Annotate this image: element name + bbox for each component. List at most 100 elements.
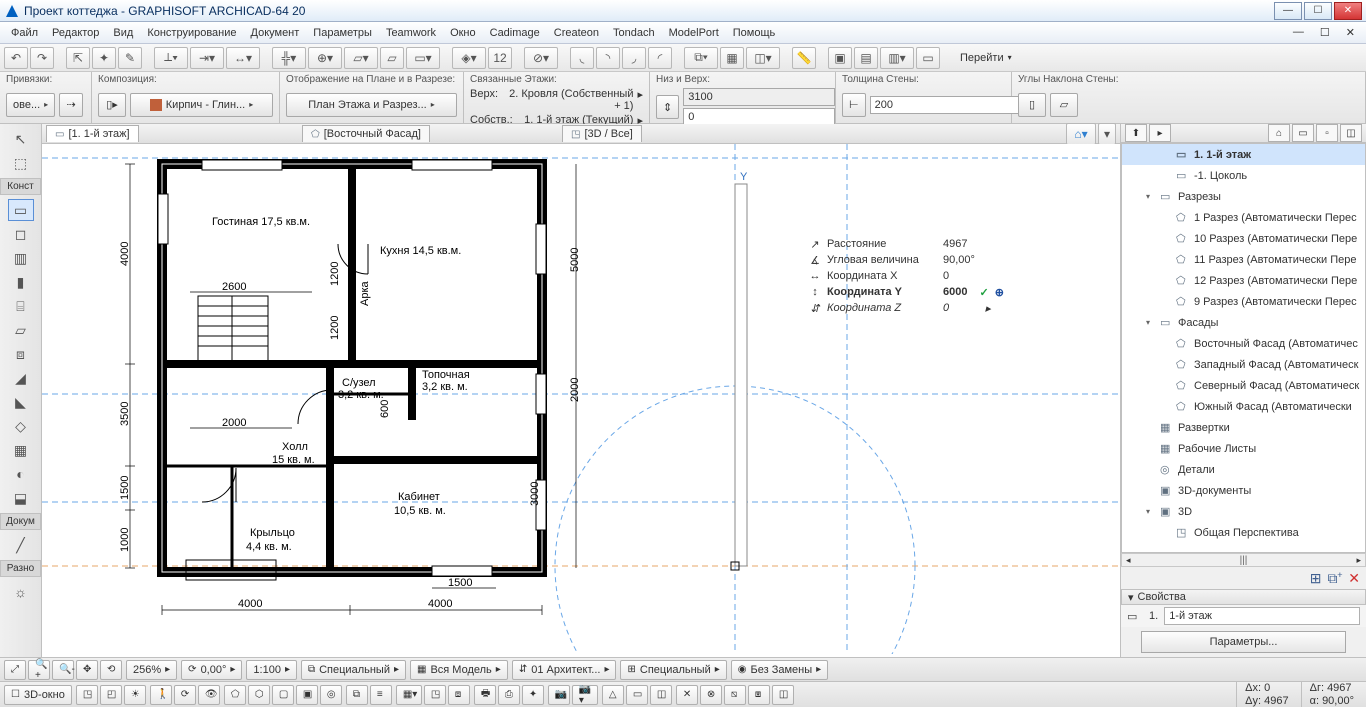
angle2-button[interactable]: ▱ [1050,93,1078,117]
grid-button[interactable]: ╬▾ [272,47,306,69]
ruler-button[interactable]: ▭▾ [406,47,440,69]
line-tool[interactable]: ╱ [8,534,34,556]
persp-button[interactable]: ◳ [76,685,98,705]
toolbox-section-construct[interactable]: Конст [0,178,41,195]
arc4-button[interactable]: ◜ [648,47,672,69]
btn-x4[interactable]: ⧆ [748,685,770,705]
trace-button[interactable]: ◫▾ [746,47,780,69]
clone-view-icon[interactable]: ⧉⁺ [1328,570,1343,587]
new-view-icon[interactable]: ⊞ [1310,570,1322,587]
mdi-restore[interactable]: ☐ [1313,24,1337,41]
model-filter[interactable]: ▦Вся Модель▸ [410,660,508,680]
dropper-icon[interactable]: ✎ [118,47,142,69]
tree-item[interactable]: ⬠1 Разрез (Автоматически Перес [1122,207,1365,228]
menu-teamwork[interactable]: Teamwork [379,25,443,41]
go-button[interactable]: ◳ [424,685,446,705]
dim-hint-button[interactable]: ↔▾ [226,47,260,69]
tracker-button[interactable]: ◈▾ [452,47,486,69]
menu-window[interactable]: Окно [443,25,483,41]
column-tool[interactable]: ▮ [8,271,34,293]
composite-dropdown[interactable]: Кирпич - Глин...▸ [130,93,273,117]
nav-view-button[interactable]: ▭ [1292,124,1314,142]
edit-plane-button[interactable]: ▱ [380,47,404,69]
profile-button[interactable]: ▭ [626,685,648,705]
suspend-button[interactable]: ⊘▾ [524,47,558,69]
3d-window-button[interactable]: ☐3D-окно [4,685,72,705]
menu-edit[interactable]: Редактор [45,25,106,41]
stair-tool[interactable]: ⧈ [8,343,34,365]
layer-button[interactable]: ⧉ [346,685,368,705]
menu-design[interactable]: Конструирование [140,25,243,41]
menu-file[interactable]: Файл [4,25,45,41]
tree-item[interactable]: ▾▣3D [1122,501,1365,522]
sun-button[interactable]: ☀ [124,685,146,705]
ie-tool[interactable]: ▢ [272,685,294,705]
tree-item[interactable]: ▣3D-документы [1122,480,1365,501]
interior-button[interactable]: ◫ [650,685,672,705]
render-button[interactable]: ✦ [522,685,544,705]
delete-view-icon[interactable]: ✕ [1348,570,1360,587]
pen-set[interactable]: ⇵01 Архитект...▸ [512,660,617,680]
tab-floorplan[interactable]: ▭[1. 1-й этаж] [46,125,139,142]
orbit-button[interactable]: ⟳ [174,685,196,705]
menu-createon[interactable]: Createon [547,25,606,41]
wall-tool[interactable]: ▭ [8,199,34,221]
reno-button[interactable]: ⧈ [448,685,470,705]
tree-item[interactable]: ▦Развертки [1122,417,1365,438]
story-button[interactable]: ≡ [370,685,392,705]
zoom-all-button[interactable]: ⤢ [4,660,26,680]
tree-item[interactable]: ▦Рабочие Листы [1122,438,1365,459]
btn-x3[interactable]: ⧅ [724,685,746,705]
toolbox-section-doc[interactable]: Докум [0,513,41,530]
nav-up-button[interactable]: ⬆ [1125,124,1147,142]
goto-dropdown[interactable]: Перейти▾ [952,52,1020,64]
btn-x2[interactable]: ⊗ [700,685,722,705]
angle1-button[interactable]: ▯ [1018,93,1046,117]
reno3-button[interactable]: ▥▾ [880,47,914,69]
snap-button[interactable]: ⇥▾ [190,47,224,69]
window-tool[interactable]: ▥ [8,247,34,269]
camera-button[interactable]: 📷 [548,685,570,705]
beam-tool[interactable]: ⌸ [8,295,34,317]
reno1-button[interactable]: ▣ [828,47,852,69]
tree-item[interactable]: ⬠10 Разрез (Автоматически Пере [1122,228,1365,249]
plot-button[interactable]: ⎙ [498,685,520,705]
object-tool[interactable]: ⬓ [8,487,34,509]
measure-icon[interactable]: 📏 [792,47,816,69]
display-dropdown[interactable]: План Этажа и Разрез...▸ [286,93,457,117]
tree-item[interactable]: ⬠Восточный Фасад (Автоматичес [1122,333,1365,354]
mdi-close[interactable]: ✕ [1339,24,1362,41]
marquee-tool[interactable]: ⬚ [8,152,34,174]
arc3-button[interactable]: ◞ [622,47,646,69]
tree-item[interactable]: ⬠Северный Фасад (Автоматическ [1122,375,1365,396]
reno4-button[interactable]: ▭ [916,47,940,69]
navigator-tree[interactable]: ▭1. 1-й этаж▭-1. Цоколь▾▭Разрезы⬠1 Разре… [1121,143,1366,553]
arrow-tool[interactable]: ↖ [8,128,34,150]
shell-tool[interactable]: ◣ [8,391,34,413]
magic-wand-icon[interactable]: ✦ [92,47,116,69]
section-tool[interactable]: ⬠ [224,685,246,705]
redo-button[interactable]: ↷ [30,47,54,69]
zoom-level[interactable]: 256%▸ [126,660,177,680]
explore-button[interactable]: 👁 [198,685,220,705]
toolbox-section-misc[interactable]: Разно [0,560,41,577]
tree-item[interactable]: ◎Детали [1122,459,1365,480]
menu-document[interactable]: Документ [244,25,307,41]
display-button[interactable]: ▦ [720,47,744,69]
layer-combo[interactable]: ⧉Специальный▸ [301,660,406,680]
nav-map-button[interactable]: ⌂ [1268,124,1290,142]
cam2-button[interactable]: 📷▾ [572,685,598,705]
menu-tondach[interactable]: Tondach [606,25,662,41]
tree-item[interactable]: ⬠Южный Фасад (Автоматически [1122,396,1365,417]
walk-button[interactable]: 🚶 [150,685,172,705]
reno2-button[interactable]: ▤ [854,47,878,69]
axo-button[interactable]: ◰ [100,685,122,705]
pick-button[interactable]: ⇱ [66,47,90,69]
tree-item[interactable]: ⬠12 Разрез (Автоматически Пере [1122,270,1365,291]
scale[interactable]: 1:100▸ [246,660,297,680]
prop-name-input[interactable] [1164,607,1360,625]
mvo[interactable]: ⊞Специальный▸ [620,660,726,680]
roof-tool[interactable]: ◢ [8,367,34,389]
tab-3d[interactable]: ◳[3D / Все] [562,125,642,142]
detail-tool[interactable]: ◎ [320,685,342,705]
